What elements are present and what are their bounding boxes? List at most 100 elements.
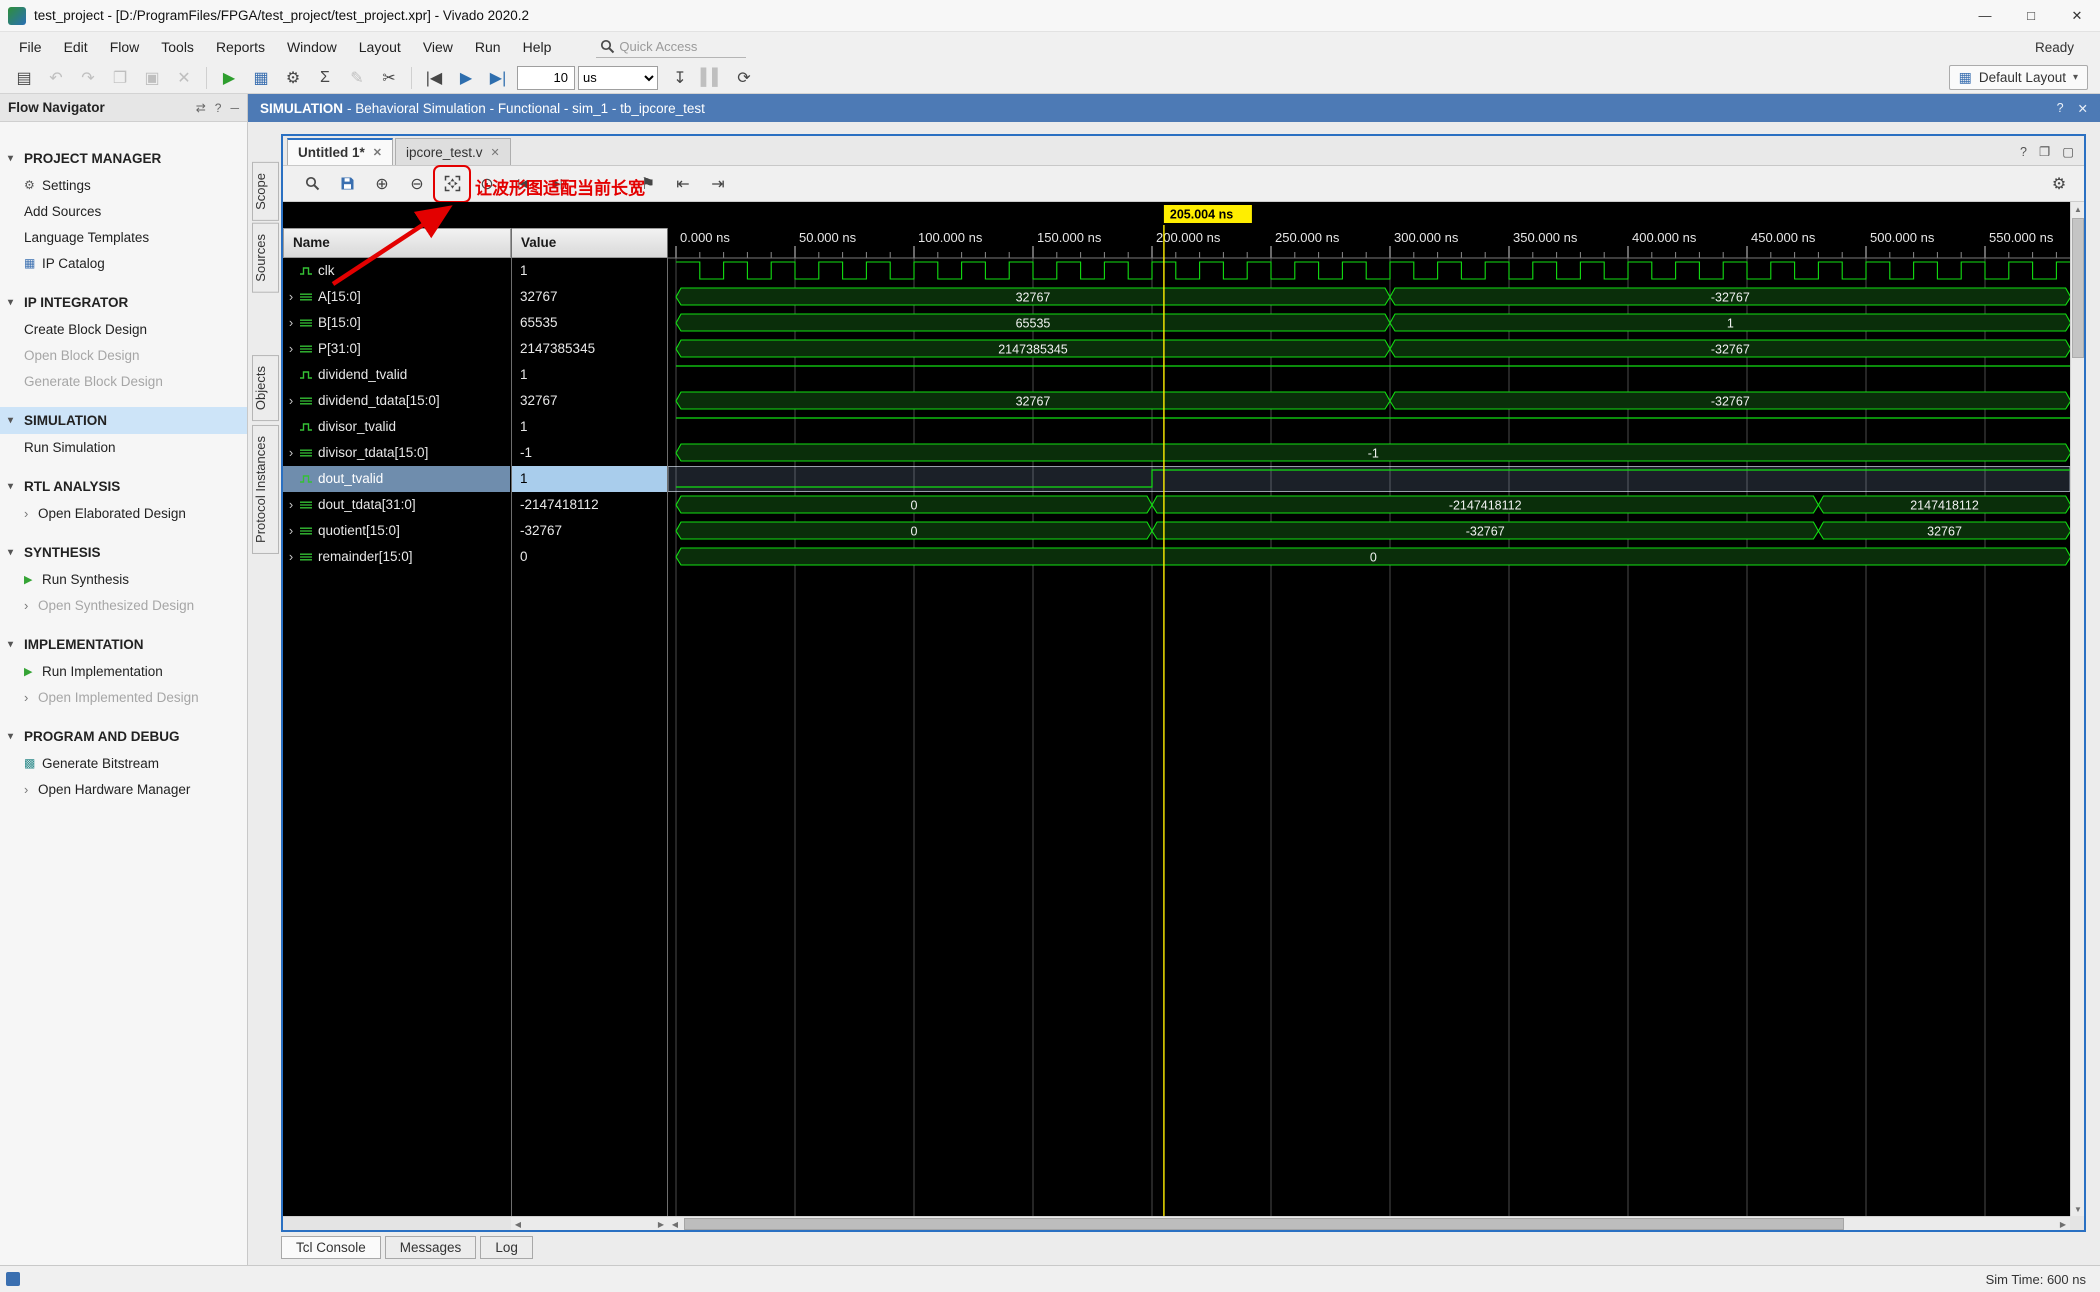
menu-view[interactable]: View <box>412 35 464 59</box>
quick-access-input[interactable] <box>619 39 738 54</box>
scroll-up-icon[interactable]: ▲ <box>2071 202 2084 216</box>
section-collapse-icon[interactable]: ▾ <box>8 639 24 650</box>
flow-section-implementation[interactable]: ▾ IMPLEMENTATION <box>0 631 247 658</box>
expand-icon[interactable]: › <box>24 782 38 797</box>
signal-value-cell[interactable]: 1 <box>512 362 667 388</box>
paste-icon[interactable]: ▣ <box>137 64 167 91</box>
expand-icon[interactable]: › <box>283 492 299 518</box>
pause-icon[interactable]: ▌▌ <box>697 64 727 91</box>
zoom-fit-icon[interactable] <box>433 164 471 203</box>
signal-name-row[interactable]: › quotient[15:0] <box>283 518 510 544</box>
scrollbar-thumb[interactable] <box>684 1218 1844 1230</box>
console-tab-tcl-console[interactable]: Tcl Console <box>281 1236 381 1259</box>
section-collapse-icon[interactable]: ▾ <box>8 547 24 558</box>
menu-run[interactable]: Run <box>464 35 512 59</box>
close-icon[interactable]: ✕ <box>373 146 382 159</box>
run-all-icon[interactable]: ▶ <box>451 64 481 91</box>
add-marker-icon[interactable]: ⚑ <box>633 169 663 199</box>
waveform-svg[interactable]: 0.000 ns 50.000 ns 100.000 ns 150.000 ns 200… <box>668 202 2070 1216</box>
signal-value-cell[interactable]: 1 <box>512 258 667 284</box>
flow-item-open-elaborated-design[interactable]: › Open Elaborated Design <box>0 500 247 526</box>
waveform-canvas[interactable]: 0.000 ns 50.000 ns 100.000 ns 150.000 ns 200… <box>668 202 2070 1230</box>
signal-name-row[interactable]: › B[15:0] <box>283 310 510 336</box>
maximize-icon[interactable]: ▢ <box>2062 144 2074 159</box>
minimize-button[interactable]: — <box>1962 0 2008 32</box>
expand-icon[interactable]: › <box>283 544 299 570</box>
console-tab-log[interactable]: Log <box>480 1236 533 1259</box>
wave-vertical-scrollbar[interactable]: ▲ ▼ <box>2070 202 2084 1216</box>
section-collapse-icon[interactable]: ▾ <box>8 153 24 164</box>
signal-name-row[interactable]: dividend_tvalid <box>283 362 510 388</box>
signal-name-row[interactable]: dout_tvalid <box>283 466 510 492</box>
scroll-left-icon[interactable]: ◀ <box>511 1217 525 1230</box>
signal-name-row[interactable]: › P[31:0] <box>283 336 510 362</box>
value-column-header[interactable]: Value <box>511 228 668 258</box>
flow-item-open-synthesized-design[interactable]: › Open Synthesized Design <box>0 592 247 618</box>
signal-name-row[interactable]: › remainder[15:0] <box>283 544 510 570</box>
signal-value-cell[interactable]: 2147385345 <box>512 336 667 362</box>
close-button[interactable]: ✕ <box>2054 0 2100 32</box>
console-tab-messages[interactable]: Messages <box>384 1236 477 1259</box>
flow-item-language-templates[interactable]: Language Templates <box>0 224 247 250</box>
close-icon[interactable]: ✕ <box>2078 101 2088 116</box>
flow-item-run-simulation[interactable]: Run Simulation <box>0 434 247 460</box>
scroll-left-icon[interactable]: ◀ <box>668 1217 682 1230</box>
flow-section-program-and-debug[interactable]: ▾ PROGRAM AND DEBUG <box>0 723 247 750</box>
help-icon[interactable]: ? <box>2020 145 2027 159</box>
expand-icon[interactable]: › <box>24 506 38 521</box>
section-collapse-icon[interactable]: ▾ <box>8 481 24 492</box>
save-wave-config-icon[interactable] <box>332 169 362 199</box>
menu-help[interactable]: Help <box>512 35 563 59</box>
side-tab-scope[interactable]: Scope <box>252 162 279 221</box>
signal-name-row[interactable]: › dividend_tdata[15:0] <box>283 388 510 414</box>
signal-value-cell[interactable]: 65535 <box>512 310 667 336</box>
flow-item-generate-bitstream[interactable]: ▩ Generate Bitstream <box>0 750 247 776</box>
expand-icon[interactable]: › <box>283 518 299 544</box>
flow-section-rtl-analysis[interactable]: ▾ RTL ANALYSIS <box>0 473 247 500</box>
menu-layout[interactable]: Layout <box>348 35 412 59</box>
scrollbar-thumb[interactable] <box>2072 218 2084 358</box>
tab-ipcore-test-v[interactable]: ipcore_test.v ✕ <box>394 138 511 165</box>
quick-access-box[interactable] <box>596 36 747 58</box>
signal-value-cell[interactable]: -2147418112 <box>512 492 667 518</box>
copy-icon[interactable]: ❐ <box>105 64 135 91</box>
report-sum-icon[interactable]: Σ <box>310 64 340 91</box>
flow-item-open-block-design[interactable]: Open Block Design <box>0 342 247 368</box>
tab-untitled-1[interactable]: Untitled 1* ✕ <box>287 138 393 165</box>
section-collapse-icon[interactable]: ▾ <box>8 415 24 426</box>
swap-icon[interactable]: ⇄ <box>196 101 206 115</box>
restart-simulation-icon[interactable]: |◀ <box>419 64 449 91</box>
close-icon[interactable]: ✕ <box>491 146 500 159</box>
name-column-header[interactable]: Name <box>283 228 511 258</box>
value-column-scrollbar[interactable]: ◀ ▶ <box>511 1216 668 1230</box>
expand-icon[interactable]: › <box>283 336 299 362</box>
layout-selector[interactable]: ▦ Default Layout ▾ <box>1948 65 2088 90</box>
section-collapse-icon[interactable]: ▾ <box>8 297 24 308</box>
maximize-button[interactable]: □ <box>2008 0 2054 32</box>
expand-icon[interactable]: › <box>283 388 299 414</box>
open-file-icon[interactable]: ▤ <box>9 64 39 91</box>
expand-icon[interactable]: › <box>24 690 38 705</box>
go-to-time-zero-icon[interactable]: |◀ <box>507 169 537 199</box>
signal-name-row[interactable]: › divisor_tdata[15:0] <box>283 440 510 466</box>
menu-file[interactable]: File <box>8 35 53 59</box>
redo-icon[interactable]: ↷ <box>73 64 103 91</box>
float-icon[interactable]: ❐ <box>2039 144 2050 159</box>
signal-name-row[interactable]: › A[15:0] <box>283 284 510 310</box>
menu-edit[interactable]: Edit <box>53 35 99 59</box>
expand-icon[interactable]: › <box>283 284 299 310</box>
wave-settings-gear-icon[interactable]: ⚙ <box>2044 169 2074 199</box>
expand-icon[interactable]: › <box>283 440 299 466</box>
flow-item-ip-catalog[interactable]: ▦ IP Catalog <box>0 250 247 276</box>
flow-item-run-synthesis[interactable]: ▶ Run Synthesis <box>0 566 247 592</box>
next-transition-icon[interactable]: ⇥ <box>703 169 733 199</box>
side-tab-objects[interactable]: Objects <box>252 354 279 421</box>
zoom-in-icon[interactable]: ⊕ <box>367 169 397 199</box>
signal-name-row[interactable]: › dout_tdata[31:0] <box>283 492 510 518</box>
flow-item-add-sources[interactable]: Add Sources <box>0 198 247 224</box>
signal-value-cell[interactable]: 1 <box>512 414 667 440</box>
scroll-right-icon[interactable]: ▶ <box>2056 1217 2070 1230</box>
flow-section-project-manager[interactable]: ▾ PROJECT MANAGER <box>0 145 247 172</box>
edit-icon[interactable]: ✎ <box>342 64 372 91</box>
signal-value-cell[interactable]: 0 <box>512 544 667 570</box>
